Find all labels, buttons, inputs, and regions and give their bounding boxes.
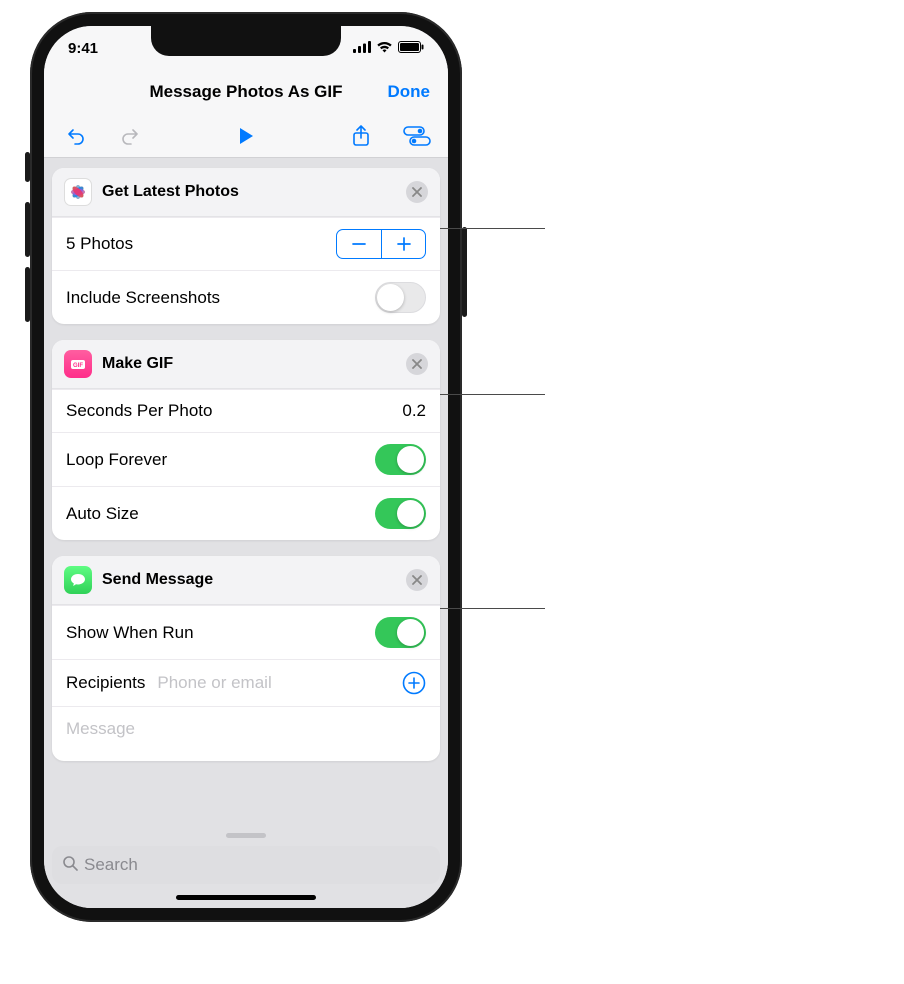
action-get-latest-photos: Get Latest Photos 5 Photos [52,168,440,324]
nav-bar: Message Photos As GIF Done [44,70,448,114]
add-recipient-button[interactable] [402,671,426,695]
wifi-icon [376,40,393,57]
volume-down-button [25,267,30,322]
page-title: Message Photos As GIF [149,82,342,102]
search-panel[interactable]: Search [52,827,440,884]
notch [151,26,341,56]
seconds-per-photo-label: Seconds Per Photo [66,401,212,421]
drag-handle-icon[interactable] [226,833,266,838]
redo-button[interactable] [116,121,146,151]
show-when-run-toggle[interactable] [375,617,426,648]
photos-app-icon [64,178,92,206]
remove-action-button[interactable] [406,569,428,591]
share-button[interactable] [346,121,376,151]
action-header[interactable]: Send Message [52,556,440,605]
home-indicator[interactable] [176,895,316,900]
action-header[interactable]: GIF Make GIF [52,340,440,389]
photo-count-label: 5 Photos [66,234,133,254]
seconds-per-photo-row[interactable]: Seconds Per Photo 0.2 [52,389,440,432]
photo-count-row: 5 Photos [52,217,440,270]
auto-size-label: Auto Size [66,504,139,524]
volume-up-button [25,202,30,257]
gif-icon: GIF [64,350,92,378]
phone-frame: 9:41 Message Photos As GIF Done [30,12,462,922]
action-title: Make GIF [102,355,173,373]
show-when-run-label: Show When Run [66,623,194,643]
cellular-icon [353,40,371,57]
play-button[interactable] [231,121,261,151]
messages-app-icon [64,566,92,594]
recipients-row[interactable]: Recipients Phone or email [52,659,440,706]
loop-forever-toggle[interactable] [375,444,426,475]
auto-size-toggle[interactable] [375,498,426,529]
search-placeholder: Search [84,855,138,875]
callout-line [440,228,545,229]
search-icon [62,855,78,876]
stepper-plus-button[interactable] [381,230,425,258]
action-header[interactable]: Get Latest Photos [52,168,440,217]
recipients-label: Recipients [66,673,145,693]
search-input[interactable]: Search [52,846,440,884]
action-make-gif: GIF Make GIF Seconds Per Photo 0.2 Loop … [52,340,440,540]
actions-list: Get Latest Photos 5 Photos [44,158,448,908]
photo-count-stepper[interactable] [336,229,426,259]
undo-button[interactable] [60,121,90,151]
callout-line [440,394,545,395]
loop-forever-label: Loop Forever [66,450,167,470]
action-title: Get Latest Photos [102,183,239,201]
include-screenshots-toggle[interactable] [375,282,426,313]
mute-switch [25,152,30,182]
action-send-message: Send Message Show When Run Recipients Ph… [52,556,440,761]
message-body-row[interactable]: Message [52,706,440,761]
power-button [462,227,467,317]
show-when-run-row: Show When Run [52,605,440,659]
status-time: 9:41 [68,40,98,57]
stepper-minus-button[interactable] [337,230,381,258]
settings-toggle-button[interactable] [402,121,432,151]
remove-action-button[interactable] [406,181,428,203]
include-screenshots-label: Include Screenshots [66,288,220,308]
battery-icon [398,40,424,57]
done-button[interactable]: Done [388,82,431,102]
action-title: Send Message [102,571,213,589]
seconds-per-photo-value: 0.2 [402,401,426,421]
screen: 9:41 Message Photos As GIF Done [44,26,448,908]
callout-line [440,608,545,609]
recipients-placeholder: Phone or email [157,673,271,693]
loop-forever-row: Loop Forever [52,432,440,486]
toolbar [44,114,448,158]
remove-action-button[interactable] [406,353,428,375]
include-screenshots-row: Include Screenshots [52,270,440,324]
auto-size-row: Auto Size [52,486,440,540]
message-placeholder: Message [66,719,135,738]
svg-text:GIF: GIF [73,363,83,369]
